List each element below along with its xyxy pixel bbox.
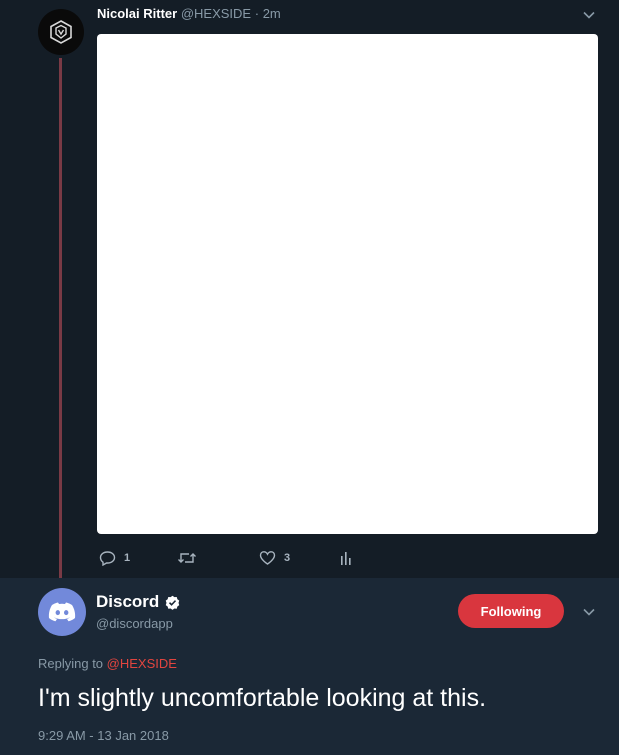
verified-badge-icon — [166, 595, 180, 610]
analytics-button[interactable] — [340, 548, 352, 568]
author-avatar[interactable] — [38, 9, 84, 55]
tweet-media-image[interactable] — [97, 34, 598, 534]
retweet-button[interactable] — [177, 548, 205, 568]
following-button[interactable]: Following — [458, 594, 564, 628]
replying-prefix: Replying to — [38, 656, 104, 671]
header-separator: · — [254, 6, 260, 21]
thread-connector-line — [59, 58, 62, 582]
heart-icon — [259, 551, 276, 565]
discord-logo-icon — [48, 602, 76, 622]
hexside-logo-icon — [50, 20, 72, 44]
author-name[interactable]: Nicolai Ritter — [97, 6, 177, 21]
chevron-down-icon — [583, 11, 595, 19]
chevron-down-icon — [583, 608, 595, 616]
tweet-thread-view: Nicolai Ritter @HEXSIDE · 2m 1 3 Discord… — [0, 0, 619, 755]
tweet-time[interactable]: 2m — [263, 6, 281, 21]
tweet-timestamp[interactable]: 9:29 AM - 13 Jan 2018 — [38, 728, 169, 744]
discord-avatar[interactable] — [38, 588, 86, 636]
parent-tweet[interactable]: Nicolai Ritter @HEXSIDE · 2m 1 3 — [0, 0, 619, 582]
tweet-text: I'm slightly uncomfortable looking at th… — [38, 684, 487, 712]
author-name[interactable]: Discord — [96, 592, 159, 612]
reply-button[interactable]: 1 — [99, 548, 130, 568]
tweet-header: Nicolai Ritter @HEXSIDE · 2m — [97, 6, 281, 22]
like-count: 3 — [284, 552, 291, 564]
focused-tweet: Discord @discordapp Following Replying t… — [0, 578, 619, 755]
replying-mention-link[interactable]: @HEXSIDE — [107, 656, 177, 671]
author-handle[interactable]: @HEXSIDE — [181, 6, 251, 21]
retweet-icon — [178, 553, 196, 563]
analytics-icon — [341, 552, 351, 565]
tweet-menu-button[interactable] — [582, 605, 596, 619]
like-button[interactable]: 3 — [259, 548, 290, 568]
tweet-actions: 1 3 — [97, 548, 397, 568]
replying-to-line: Replying to @HEXSIDE — [38, 656, 177, 672]
author-handle[interactable]: @discordapp — [96, 616, 173, 632]
reply-icon — [99, 551, 116, 566]
tweet-menu-button[interactable] — [582, 8, 596, 22]
reply-count: 1 — [124, 552, 131, 564]
discord-name-row: Discord — [96, 592, 180, 612]
